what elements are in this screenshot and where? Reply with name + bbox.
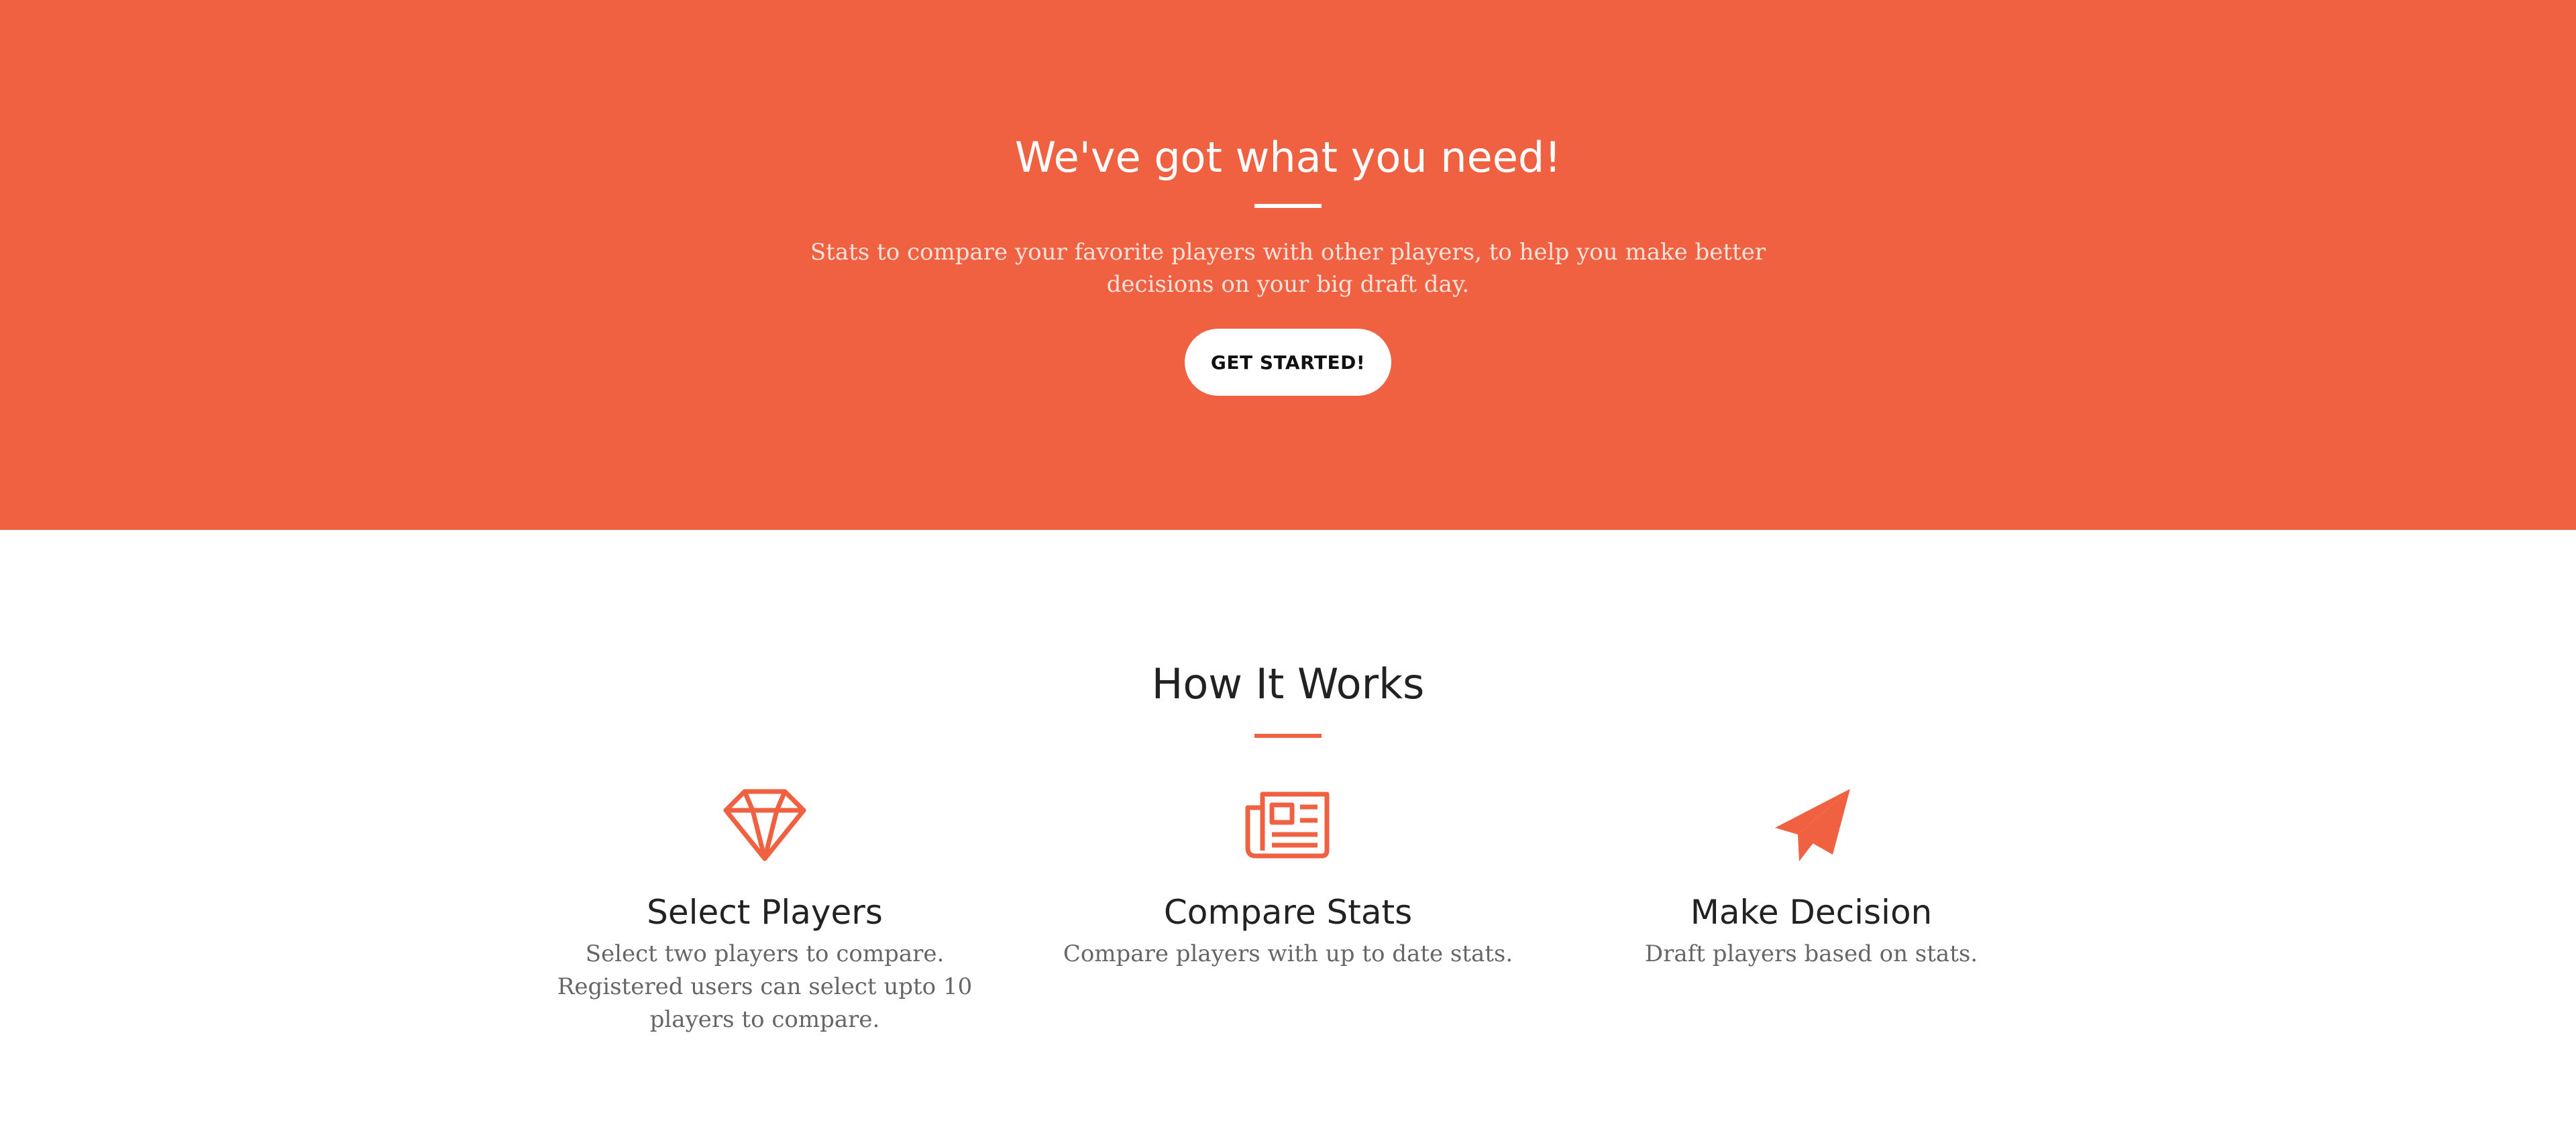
feature-select-players: Select Players Select two players to com… [476, 785, 1053, 1036]
feature-description: Draft players based on stats. [1644, 940, 1978, 967]
feature-title: Make Decision [1690, 893, 1933, 932]
hero-section: We've got what you need! Stats to compar… [0, 0, 2576, 530]
feature-make-decision: Make Decision Draft players based on sta… [1523, 785, 2100, 971]
paper-plane-icon [1775, 789, 1850, 861]
feature-title: Compare Stats [1163, 893, 1413, 932]
feature-description: Compare players with up to date stats. [1063, 940, 1513, 967]
get-started-button[interactable]: GET STARTED! [1185, 329, 1391, 396]
diamond-icon [723, 789, 806, 861]
feature-compare-stats: Compare Stats Compare players with up to… [1000, 785, 1576, 971]
newspaper-icon [1245, 792, 1330, 859]
feature-description: Select two players to compare. Registere… [557, 940, 973, 1033]
feature-title: Select Players [647, 893, 883, 932]
how-it-works-divider [1254, 734, 1322, 738]
hero-description: Stats to compare your favorite players w… [810, 239, 1766, 298]
how-it-works-title: How It Works [1151, 659, 1425, 708]
hero-divider [1254, 204, 1322, 208]
hero-title: We've got what you need! [1014, 133, 1562, 182]
